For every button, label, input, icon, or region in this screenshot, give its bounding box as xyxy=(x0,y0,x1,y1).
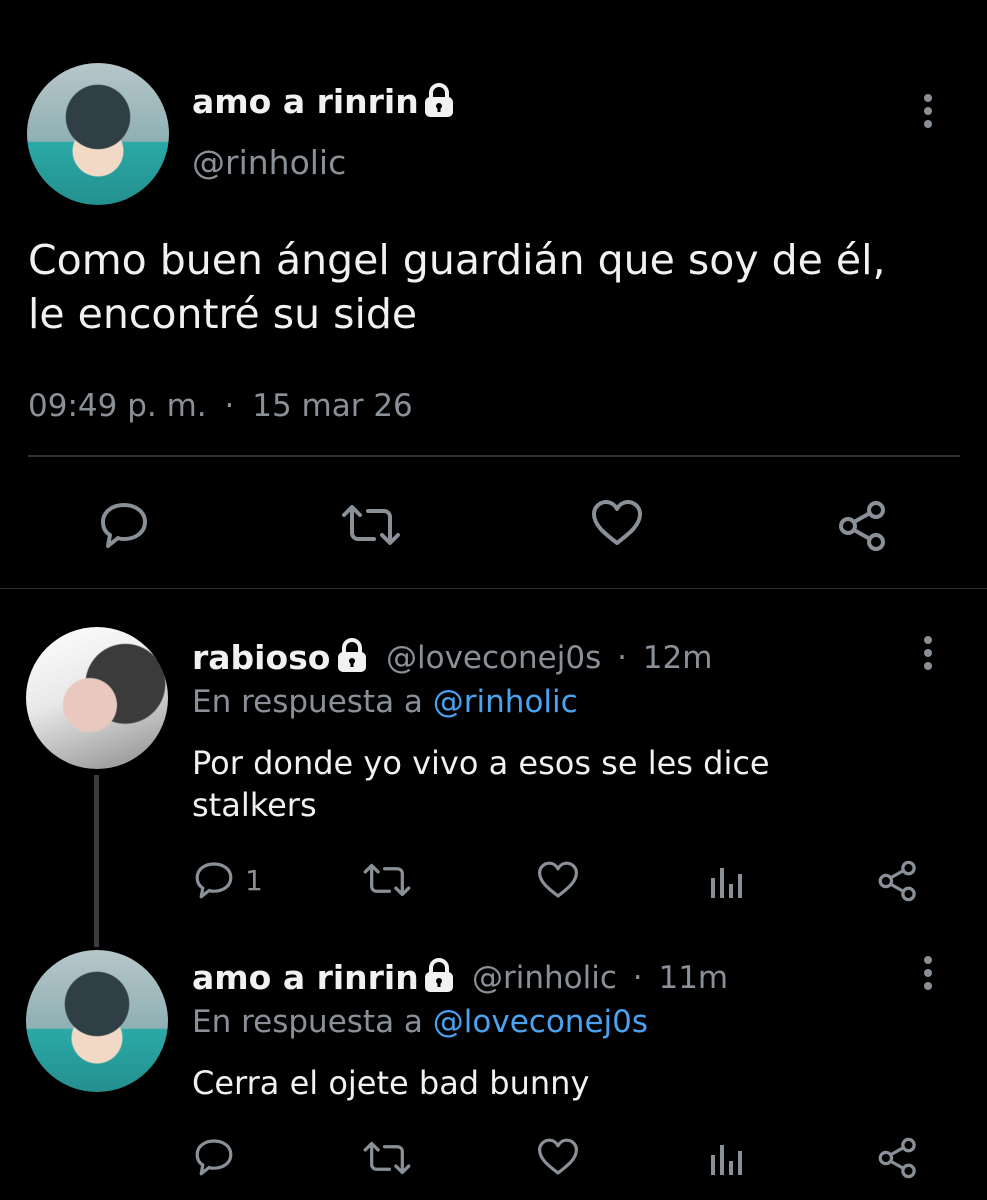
like-icon[interactable] xyxy=(536,860,580,900)
reply1-text: Por donde yo vivo a esos se les dice sta… xyxy=(192,742,770,826)
share-icon[interactable] xyxy=(876,1137,920,1179)
main-timestamp: 09:49 p. m. · 15 mar 26 xyxy=(28,386,413,426)
reply1-age: 12m xyxy=(642,640,713,676)
reply-icon[interactable] xyxy=(98,500,150,550)
reply1-line2: stalkers xyxy=(192,786,317,824)
reply1-handle[interactable]: @loveconej0s xyxy=(386,640,601,676)
reply1-header: rabioso xyxy=(192,638,330,678)
reply1-meta: @loveconej0s · 12m xyxy=(386,638,712,678)
share-icon[interactable] xyxy=(876,860,920,902)
reply1-line1: Por donde yo vivo a esos se les dice xyxy=(192,744,770,782)
analytics-icon[interactable] xyxy=(708,864,744,900)
share-icon[interactable] xyxy=(836,500,890,552)
main-tweet-line2: le encontré su side xyxy=(28,290,418,338)
reply2-separator: · xyxy=(632,960,643,996)
lock-icon xyxy=(420,83,458,119)
main-display-name[interactable]: amo a rinrin xyxy=(192,82,419,122)
reply2-reply-prefix: En respuesta a xyxy=(192,1004,423,1040)
reply-icon[interactable] xyxy=(193,860,235,900)
main-tweet-line1: Como buen ángel guardián que soy de él, xyxy=(28,236,886,284)
like-icon[interactable] xyxy=(590,498,644,548)
main-separator: · xyxy=(224,388,235,424)
main-handle[interactable]: @rinholic xyxy=(192,143,346,183)
reply1-reply-count: 1 xyxy=(245,864,263,897)
lock-icon xyxy=(333,638,371,674)
reply2-text: Cerra el ojete bad bunny xyxy=(192,1064,590,1102)
reply2-display-name[interactable]: amo a rinrin xyxy=(192,958,419,997)
retweet-icon[interactable] xyxy=(340,503,402,547)
reply1-in-reply-to: En respuesta a @rinholic xyxy=(192,682,578,722)
reply2-in-reply-to: En respuesta a @loveconej0s xyxy=(192,1002,648,1042)
main-divider xyxy=(28,455,960,457)
main-date: 15 mar 26 xyxy=(252,388,413,424)
analytics-icon[interactable] xyxy=(708,1141,744,1177)
retweet-icon[interactable] xyxy=(362,862,412,898)
more-options-icon[interactable] xyxy=(918,634,938,674)
section-divider xyxy=(0,588,987,589)
reply2-header: amo a rinrin xyxy=(192,958,419,998)
reply1-separator: · xyxy=(617,640,627,676)
more-options-icon[interactable] xyxy=(918,954,938,994)
reply2-meta: @rinholic · 11m xyxy=(472,958,728,998)
reply1-reply-prefix: En respuesta a xyxy=(192,684,423,720)
lock-icon xyxy=(420,958,458,994)
reply1-reply-to-link[interactable]: @rinholic xyxy=(433,684,578,720)
reply2-handle[interactable]: @rinholic xyxy=(472,960,617,996)
thread-line xyxy=(94,775,99,947)
retweet-icon[interactable] xyxy=(362,1140,412,1176)
more-options-icon[interactable] xyxy=(918,92,938,132)
reply1-display-name[interactable]: rabioso xyxy=(192,638,330,677)
main-tweet-text: Como buen ángel guardián que soy de él, … xyxy=(28,233,886,341)
like-icon[interactable] xyxy=(536,1137,580,1177)
reply2-avatar[interactable] xyxy=(26,950,168,1092)
reply2-reply-to-link[interactable]: @loveconej0s xyxy=(433,1004,648,1040)
main-avatar[interactable] xyxy=(27,63,169,205)
main-time: 09:49 p. m. xyxy=(28,388,207,424)
reply-icon[interactable] xyxy=(193,1137,235,1177)
reply1-avatar[interactable] xyxy=(26,627,168,769)
reply2-age: 11m xyxy=(658,960,729,996)
